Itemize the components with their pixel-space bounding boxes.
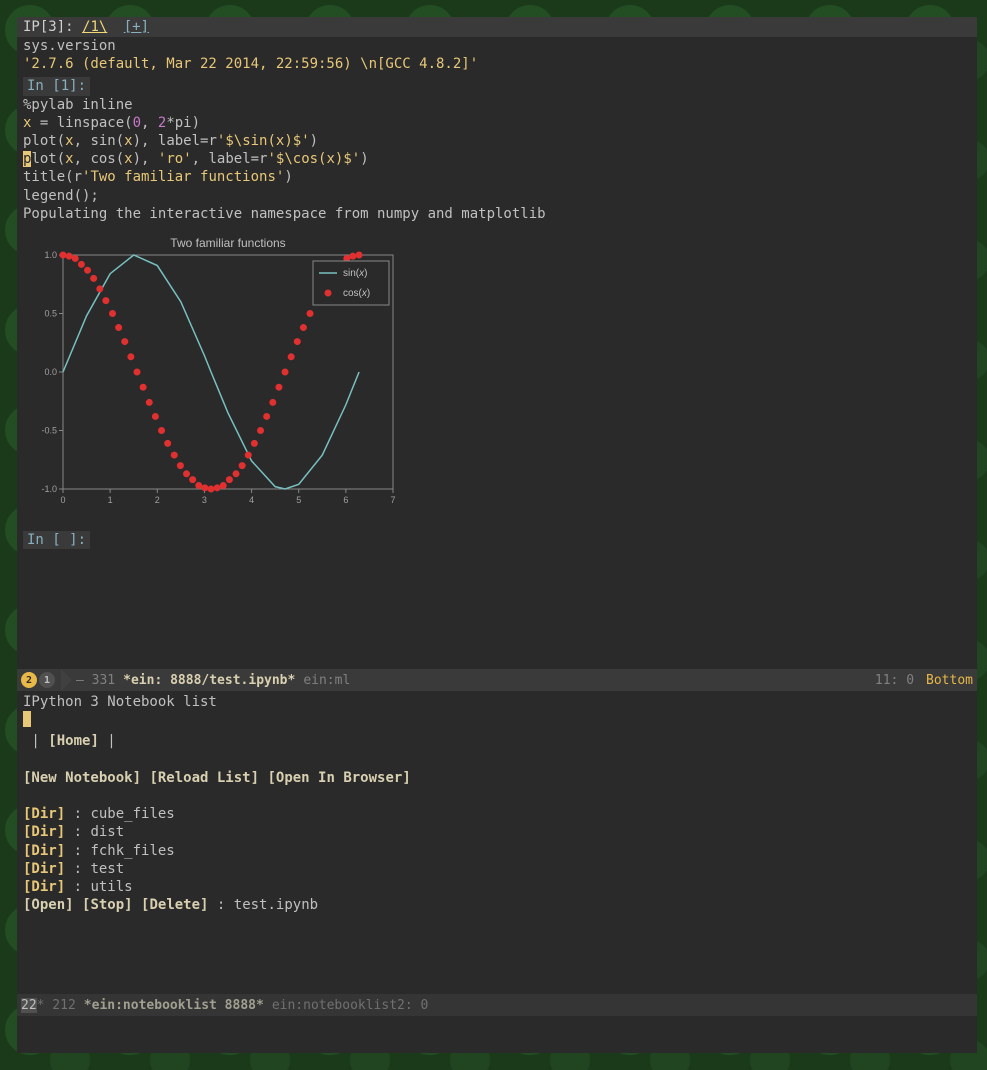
dir-name: utils (90, 879, 132, 895)
list-item[interactable]: [Dir] : dist (23, 823, 971, 841)
svg-text:Two familiar functions: Two familiar functions (170, 236, 285, 250)
tab-plus[interactable]: [+] (124, 19, 149, 35)
file-action[interactable]: [Open] (23, 897, 74, 913)
list-item[interactable]: [Dir] : fchk_files (23, 842, 971, 860)
list-item[interactable]: [Dir] : test (23, 860, 971, 878)
tab-bar[interactable]: IP[3]: /1\ [+] (17, 17, 977, 37)
cell-1[interactable]: In [1]: %pylab inline x = linspace(0, 2*… (17, 77, 977, 223)
dir-name: dist (90, 824, 124, 840)
file-name: test.ipynb (234, 897, 318, 913)
output-text: Populating the interactive namespace fro… (23, 206, 546, 222)
modeline-bottom[interactable]: 2 2 * 212 *ein:notebooklist 8888* ein:no… (17, 994, 977, 1016)
major-mode: ein:notebooklist (272, 998, 397, 1013)
dir-link[interactable]: [Dir] (23, 843, 65, 859)
plot-figure: Two familiar functions -1.0 -0.5 0.0 0.5 1.0 0… (23, 233, 403, 511)
modified-indicator: * 212 (37, 998, 76, 1013)
window-badge: 2 (21, 998, 29, 1013)
svg-text:1.0: 1.0 (44, 250, 57, 260)
modified-indicator: – 331 (76, 673, 115, 688)
window-badge: 2 (29, 998, 37, 1013)
scroll-indicator: Bottom (926, 673, 973, 688)
home-link[interactable]: [Home] (48, 733, 99, 749)
ip-label: IP[3]: (23, 19, 74, 35)
modeline-top[interactable]: 2 1 – 331 *ein: 8888/test.ipynb* ein:ml … (17, 669, 977, 691)
svg-text:0: 0 (60, 495, 65, 505)
svg-text:sin(x): sin(x) (343, 268, 367, 279)
file-action[interactable]: [Delete] (141, 897, 208, 913)
svg-text:5: 5 (296, 495, 301, 505)
cell-0-output[interactable]: sys.version '2.7.6 (default, Mar 22 2014… (17, 37, 977, 73)
svg-text:3: 3 (202, 495, 207, 505)
cell-prompt: In [ ]: (23, 531, 90, 549)
list-item[interactable]: [Open] [Stop] [Delete] : test.ipynb (23, 896, 971, 914)
window-badge: 2 (21, 672, 37, 688)
notebook-list-title: IPython 3 Notebook list (23, 693, 971, 711)
output-text: '2.7.6 (default, Mar 22 2014, 22:59:56) … (23, 56, 478, 72)
cell-2[interactable]: In [ ]: (17, 531, 977, 549)
cursor-position: 11: 0 (875, 673, 914, 688)
code-line: sys.version (23, 38, 116, 54)
chart-output: Two familiar functions -1.0 -0.5 0.0 0.5 1.0 0… (17, 223, 977, 525)
buffer-name: *ein:notebooklist 8888* (84, 998, 264, 1013)
dir-name: test (90, 861, 124, 877)
open-in-browser-button[interactable]: [Open In Browser] (267, 770, 410, 786)
separator-icon (61, 669, 72, 691)
dir-name: fchk_files (90, 843, 174, 859)
svg-text:-1.0: -1.0 (41, 484, 57, 494)
major-mode: ein:ml (303, 673, 350, 688)
list-item[interactable]: [Dir] : cube_files (23, 805, 971, 823)
notebook-list-pane[interactable]: IPython 3 Notebook list | [Home] | [New … (17, 691, 977, 916)
dir-link[interactable]: [Dir] (23, 806, 65, 822)
svg-text:0.0: 0.0 (44, 367, 57, 377)
cursor-position: 2: 0 (397, 998, 428, 1013)
svg-text:4: 4 (249, 495, 254, 505)
svg-text:0.5: 0.5 (44, 308, 57, 318)
code-line: %pylab inline (23, 97, 133, 113)
tab-active[interactable]: /1\ (82, 19, 107, 35)
dir-link[interactable]: [Dir] (23, 824, 65, 840)
dir-link[interactable]: [Dir] (23, 861, 65, 877)
svg-text:2: 2 (155, 495, 160, 505)
svg-text:cos(x): cos(x) (343, 288, 370, 299)
window-badge: 1 (39, 672, 55, 688)
buffer-name: *ein: 8888/test.ipynb* (123, 673, 295, 688)
dir-name: cube_files (90, 806, 174, 822)
file-action[interactable]: [Stop] (82, 897, 133, 913)
cursor (23, 711, 31, 727)
new-notebook-button[interactable]: [New Notebook] (23, 770, 141, 786)
svg-text:-0.5: -0.5 (41, 425, 57, 435)
list-item[interactable]: [Dir] : utils (23, 878, 971, 896)
svg-text:1: 1 (108, 495, 113, 505)
dir-link[interactable]: [Dir] (23, 879, 65, 895)
reload-list-button[interactable]: [Reload List] (149, 770, 259, 786)
svg-text:7: 7 (390, 495, 395, 505)
cell-prompt: In [1]: (23, 77, 90, 95)
svg-text:6: 6 (343, 495, 348, 505)
